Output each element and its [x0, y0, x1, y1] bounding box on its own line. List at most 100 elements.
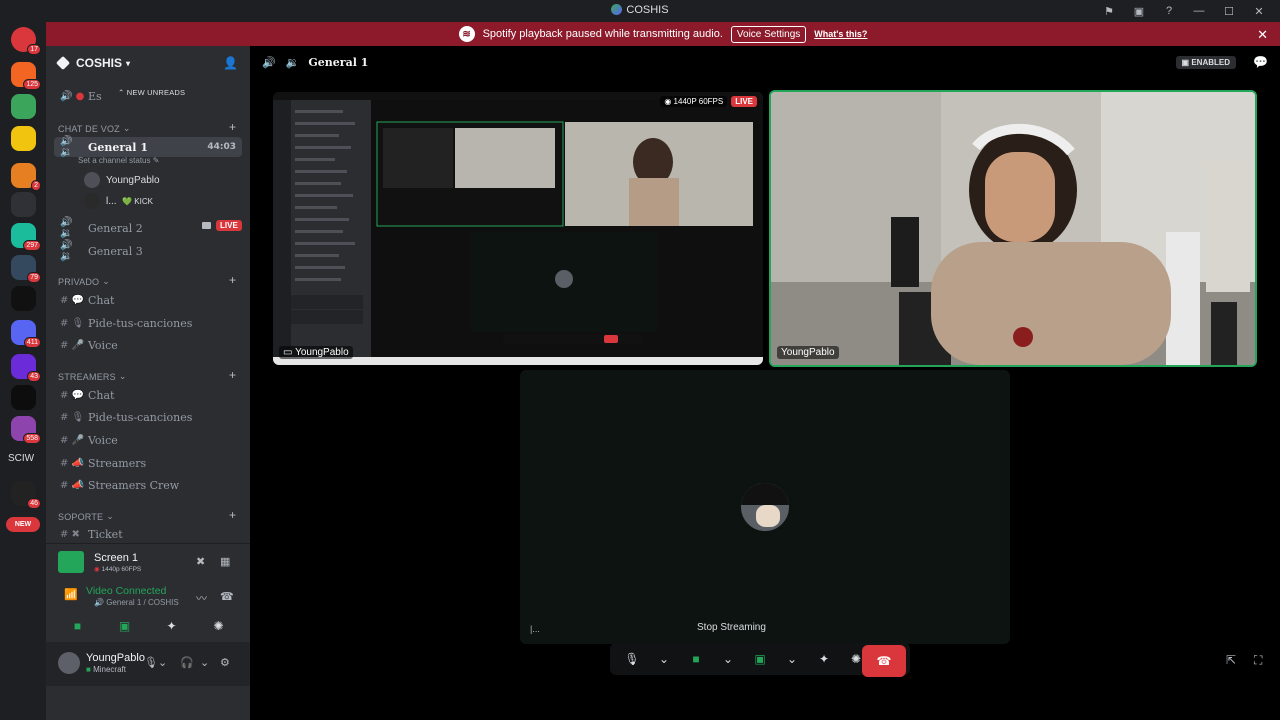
inbox-icon[interactable]: ⚑ — [1094, 0, 1124, 22]
server-icon-6[interactable]: 297 — [11, 223, 41, 251]
help-icon[interactable]: ? — [1154, 0, 1184, 22]
disconnect-icon[interactable]: ☎ — [220, 590, 234, 603]
server-icon-13[interactable]: 46 — [11, 481, 41, 509]
new-unreads-pill[interactable]: ⌃ NEW UNREADS — [112, 86, 192, 99]
signal-icon[interactable]: 📶 — [64, 588, 78, 601]
share-settings-icon[interactable]: ▦ — [220, 555, 230, 568]
voice-member-youngpablo[interactable]: YoungPablo — [84, 171, 160, 189]
text-channel-streamers[interactable]: # 📣 Streamers — [54, 453, 242, 473]
chevron-down-icon[interactable]: ⌄ — [783, 647, 801, 671]
server-header[interactable]: COSHIS ▾ 👤 — [46, 46, 250, 80]
whats-this-link[interactable]: What's this? — [814, 29, 867, 39]
chevron-down-icon[interactable]: ⌄ — [158, 656, 167, 669]
chevron-down-icon[interactable]: ⌄ — [200, 656, 209, 669]
category-privado[interactable]: PRIVADO ⌄ + — [58, 273, 236, 287]
server-icon-5[interactable] — [11, 192, 36, 217]
channel-status[interactable]: Set a channel status ✎ — [78, 156, 159, 165]
text-channel-pide-2[interactable]: # 🎙 Pide-tus-canciones — [54, 407, 242, 427]
server-icon-2[interactable] — [11, 94, 36, 119]
add-channel-icon[interactable]: + — [229, 508, 236, 522]
text-channel-voice[interactable]: # 🎤 Voice — [54, 335, 242, 355]
home-button[interactable]: 17 — [11, 27, 41, 55]
enabled-badge[interactable]: ▣ ENABLED — [1175, 56, 1236, 69]
voice-channel-general-3[interactable]: 🔊 🔉 General 3 — [54, 240, 242, 262]
popout-icon[interactable]: ⇱ — [1226, 653, 1236, 667]
voice-status[interactable]: Video Connected — [86, 585, 166, 597]
add-member-icon[interactable]: 👤 — [223, 56, 238, 70]
text-channel-chat-2[interactable]: # 💬 Chat — [54, 385, 242, 405]
server-icon-4[interactable]: 2 — [11, 163, 41, 191]
server-icon-3[interactable] — [11, 126, 36, 151]
server-icon-9[interactable]: 411 — [11, 320, 41, 348]
add-channel-icon[interactable]: + — [229, 120, 236, 134]
maximize-button[interactable]: ☐ — [1214, 0, 1244, 22]
server-icon-12[interactable]: 558 — [11, 416, 41, 444]
new-pill[interactable]: NEW — [6, 517, 40, 532]
activities-button[interactable]: ✦ — [815, 647, 833, 671]
user-name[interactable]: YoungPablo — [86, 652, 145, 664]
category-chat-de-voz[interactable]: CHAT DE VOZ ⌄ + — [58, 120, 236, 134]
screen-share-title: Screen 1 — [94, 552, 139, 564]
hash-icon: # ✖ — [60, 528, 80, 540]
channel-sidebar: COSHIS ▾ 👤 🔊 ● Es ⌃ NEW UNREADS CHAT DE V… — [46, 46, 250, 720]
add-channel-icon[interactable]: + — [229, 368, 236, 382]
text-channel-ticket[interactable]: # ✖ Ticket — [54, 524, 242, 544]
category-streamers[interactable]: STREAMERS ⌄ + — [58, 368, 236, 382]
voice-member-2[interactable]: l... 💚 KICK — [84, 192, 153, 210]
camera-tile[interactable]: YoungPablo — [769, 90, 1257, 367]
chevron-down-icon: ⌄ — [122, 123, 131, 133]
main-stage: 🔊 🔉 General 1 ▣ ENABLED 💬 ◉ 1440P 60FPS … — [250, 46, 1280, 720]
chevron-down-icon: ⌄ — [102, 276, 110, 286]
voice-channel-general-2[interactable]: 🔊 🔉 General 2 — [54, 217, 242, 239]
stream-tile[interactable]: ◉ 1440P 60FPS LIVE ▭ YoungPablo — [273, 92, 763, 365]
voice-location[interactable]: 🔊 General 1 / COSHIS — [94, 598, 179, 607]
volume-icon: 🔉 — [285, 56, 300, 69]
text-channel-streamers-crew[interactable]: # 📣 Streamers Crew — [54, 475, 242, 495]
mic-button[interactable]: 🎙 — [623, 647, 641, 671]
text-channel-chat[interactable]: # 💬 Chat — [54, 290, 242, 310]
server-icon-1[interactable]: 125 — [11, 62, 41, 90]
text-channel-voice-2[interactable]: # 🎤 Voice — [54, 430, 242, 450]
hash-icon: # 💬 — [60, 389, 85, 401]
close-window-button[interactable]: ✕ — [1244, 0, 1274, 22]
self-tile[interactable]: |... — [520, 370, 1010, 644]
disconnect-button[interactable]: ☎ — [862, 645, 906, 677]
chat-icon[interactable]: 💬 — [1253, 55, 1268, 69]
avatar — [84, 172, 100, 188]
screen-share-thumbnail[interactable] — [58, 551, 84, 573]
category-soporte[interactable]: SOPORTE ⌄ + — [58, 508, 236, 522]
hash-icon: # 💬 — [60, 294, 85, 306]
screen-share-button[interactable]: ▣ — [105, 614, 145, 638]
server-icon-7[interactable]: 79 — [11, 255, 41, 283]
chevron-down-icon: ▾ — [126, 58, 131, 68]
chevron-down-icon[interactable]: ⌄ — [655, 647, 673, 671]
camera-button[interactable]: ■ — [687, 647, 705, 671]
fullscreen-icon[interactable]: ⛶ — [1254, 653, 1262, 668]
soundboard-button[interactable]: ✺ — [199, 614, 239, 638]
server-icon-8[interactable] — [11, 286, 36, 311]
hash-icon: # 🎙 — [60, 411, 85, 423]
screen-share-panel: Screen 1 ◉ 1440p 60FPS ✖ ▦ — [46, 543, 250, 587]
stop-share-icon[interactable]: ✖ — [196, 555, 205, 568]
screen-share-button[interactable]: ▣ — [751, 647, 769, 671]
avatar[interactable] — [58, 652, 80, 674]
minimize-button[interactable]: — — [1184, 0, 1214, 22]
pip-icon[interactable]: ▣ — [1124, 0, 1154, 22]
close-icon[interactable]: ✕ — [1257, 27, 1268, 43]
mic-icon[interactable]: 🎙 — [144, 656, 158, 669]
stream-preview — [273, 92, 763, 365]
server-icon-10[interactable]: 43 — [11, 354, 41, 382]
activities-button[interactable]: ✦ — [152, 614, 192, 638]
server-badge-icon — [55, 55, 71, 71]
chevron-down-icon[interactable]: ⌄ — [719, 647, 737, 671]
headphones-icon[interactable]: 🎧 — [180, 656, 194, 669]
add-channel-icon[interactable]: + — [229, 273, 236, 287]
text-channel-pide[interactable]: # 🎙 Pide-tus-canciones — [54, 313, 242, 333]
voice-channel-general-1[interactable]: 🔊 🔉 General 1 44:03 — [54, 136, 242, 158]
server-text-sciw[interactable]: SCIW — [8, 453, 34, 464]
server-icon-11[interactable] — [11, 385, 36, 410]
noise-suppression-icon[interactable]: 〰 — [196, 590, 207, 606]
voice-settings-button[interactable]: Voice Settings — [730, 25, 807, 43]
camera-button[interactable]: ■ — [58, 614, 98, 638]
gear-icon[interactable]: ⚙ — [220, 656, 230, 669]
